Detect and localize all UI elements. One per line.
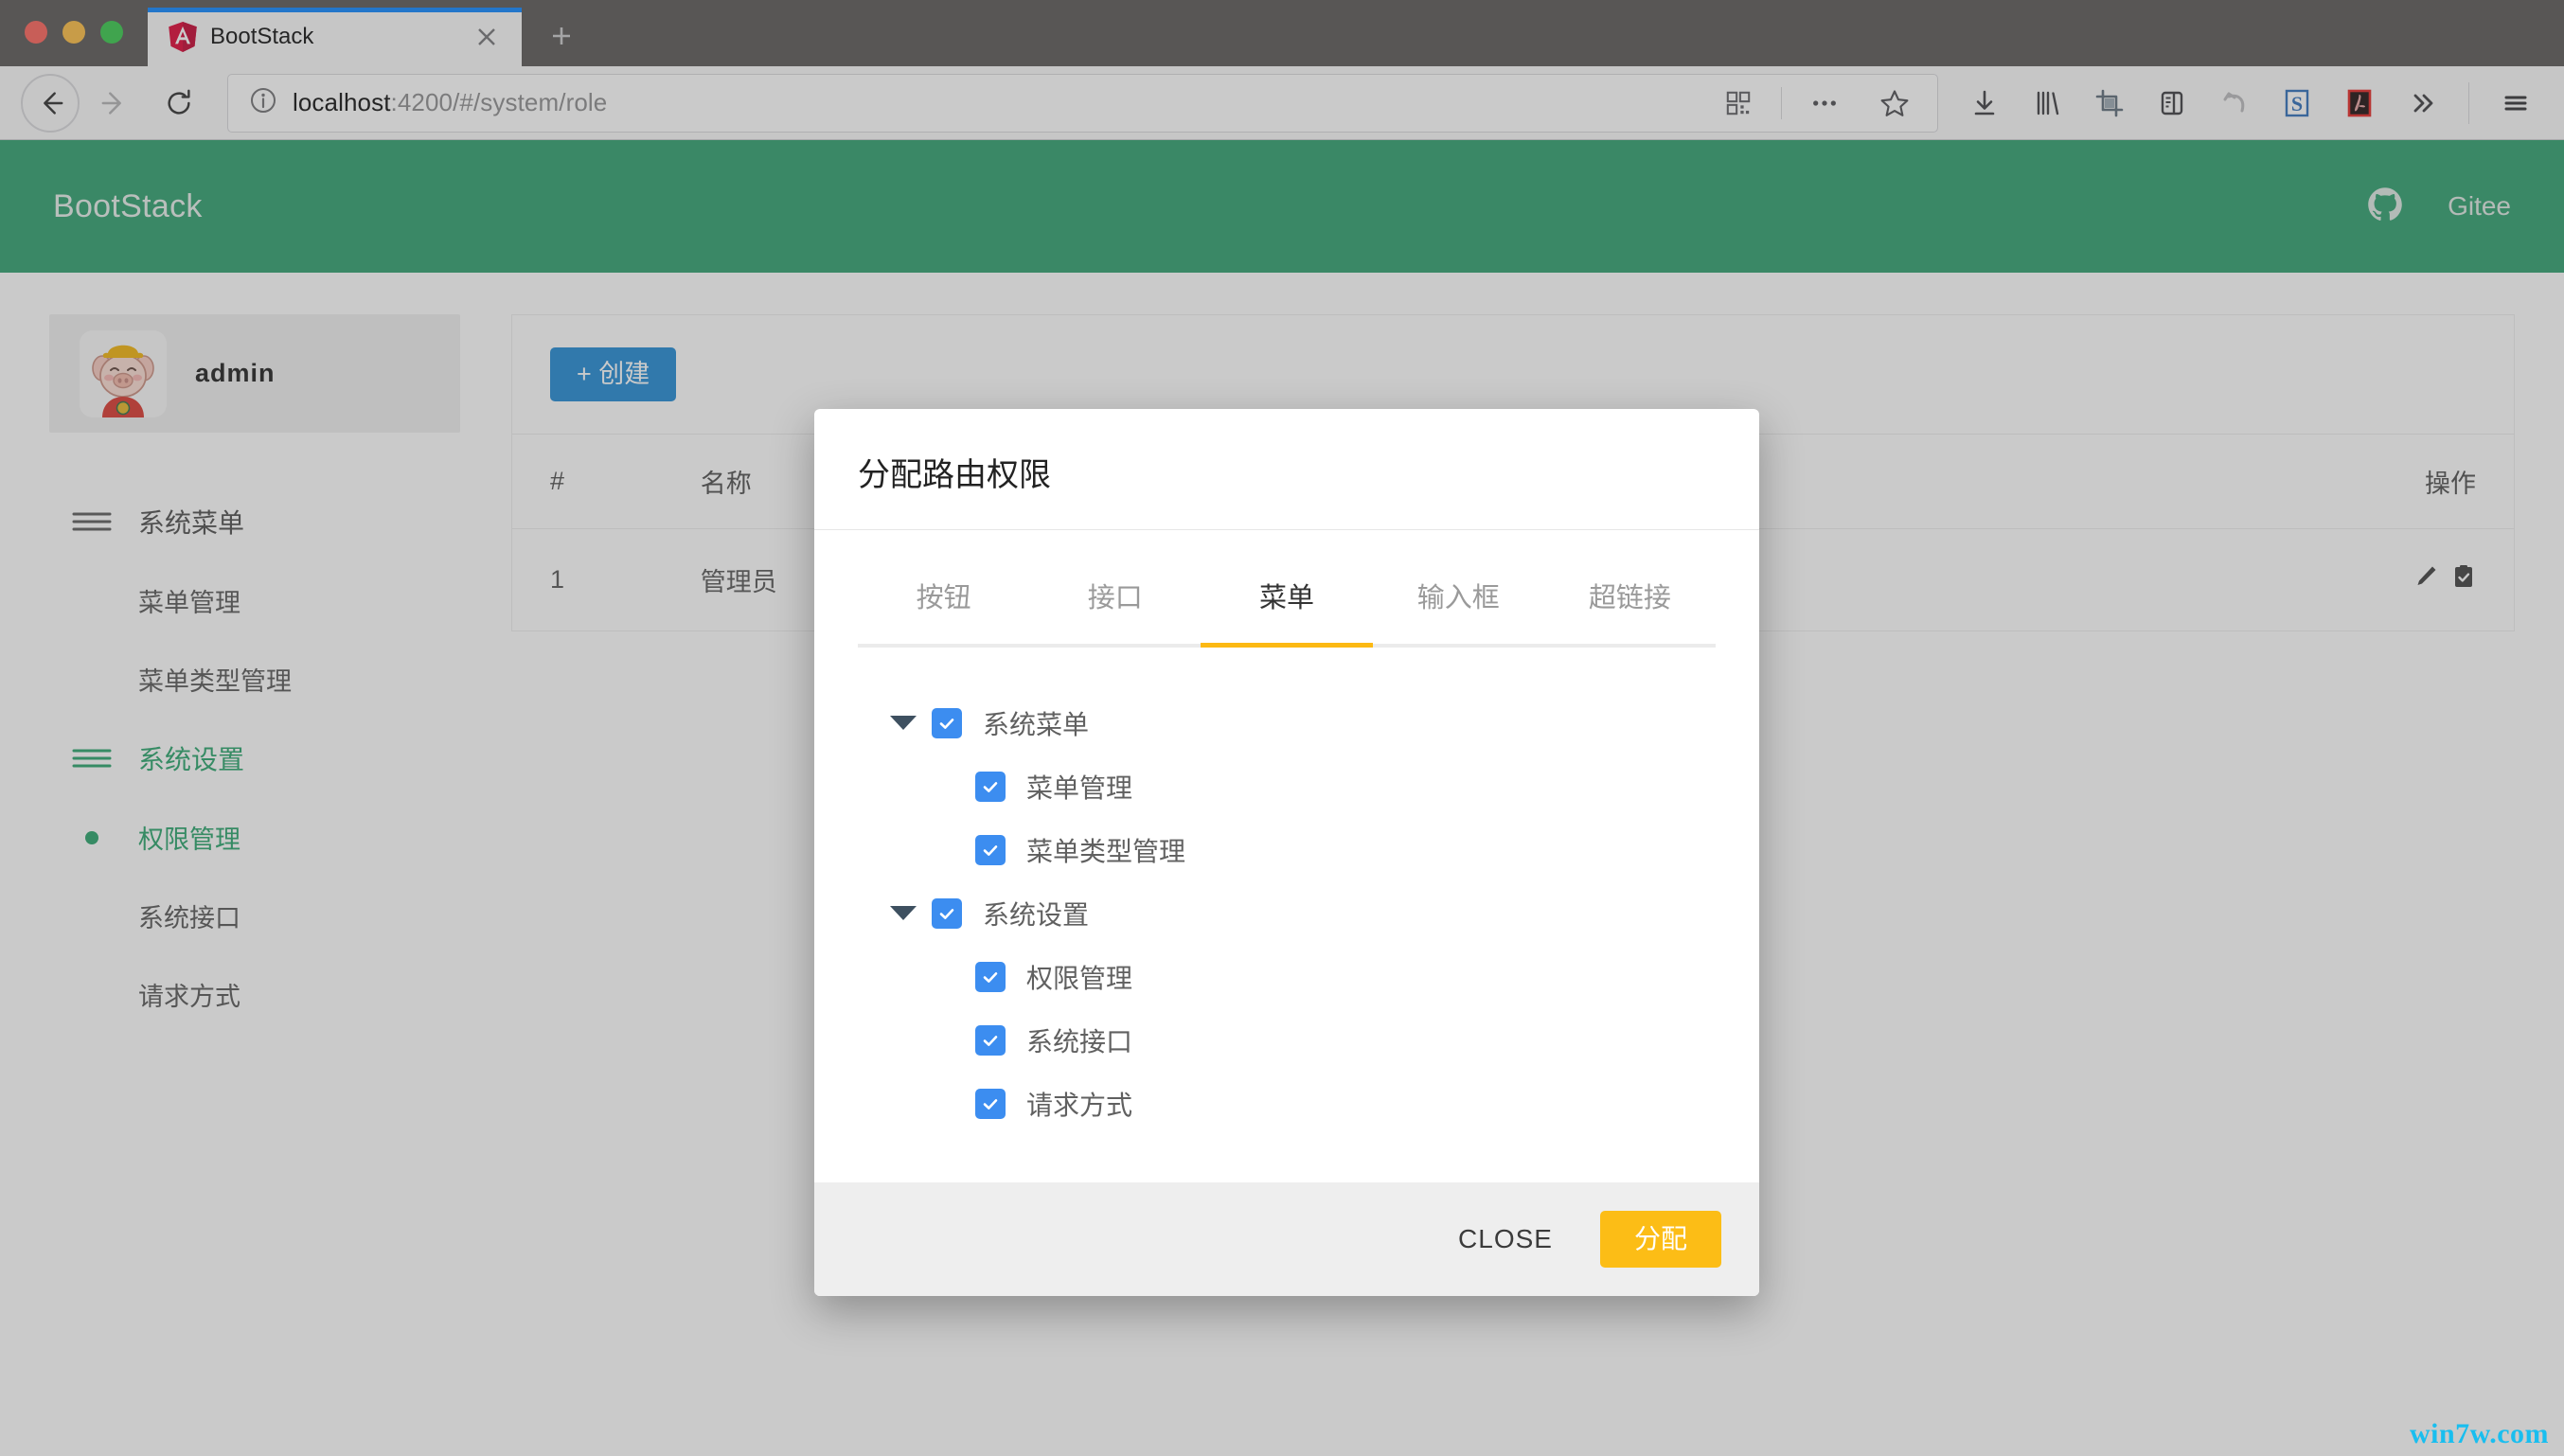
tree-row[interactable]: 权限管理	[890, 945, 1716, 1008]
permission-tree: 系统菜单 菜单管理 菜单类型管理 系统设置 权限管理 系统接口 请求方式	[858, 648, 1716, 1141]
tab-active-underline	[1201, 643, 1373, 648]
tree-row[interactable]: 系统设置	[890, 881, 1716, 945]
dialog-footer: CLOSE 分配	[814, 1182, 1759, 1296]
tab-menus[interactable]: 菜单	[1201, 568, 1372, 644]
tab-rail	[858, 643, 1716, 648]
checkbox-checked[interactable]	[975, 961, 1006, 992]
checkbox-checked[interactable]	[975, 1024, 1006, 1056]
caret-slot[interactable]	[890, 906, 932, 920]
close-button[interactable]: CLOSE	[1437, 1211, 1574, 1268]
tree-label: 系统设置	[983, 899, 1090, 930]
assign-route-permission-dialog: 分配路由权限 按钮 接口 菜单 输入框 超链接 系统菜单 菜单管理 菜单类型管理…	[814, 409, 1759, 1296]
tree-label: 权限管理	[1026, 963, 1133, 993]
checkbox-checked[interactable]	[975, 834, 1006, 865]
dialog-header: 分配路由权限	[814, 409, 1759, 530]
checkbox-checked[interactable]	[975, 771, 1006, 802]
assign-button[interactable]: 分配	[1599, 1211, 1721, 1268]
tab-hyperlinks[interactable]: 超链接	[1544, 568, 1716, 644]
checkbox-checked[interactable]	[932, 897, 962, 929]
tree-row[interactable]: 系统菜单	[890, 691, 1716, 755]
tree-row[interactable]: 系统接口	[890, 1008, 1716, 1072]
dialog-body: 按钮 接口 菜单 输入框 超链接 系统菜单 菜单管理 菜单类型管理 系统设置 权…	[814, 530, 1759, 1182]
tree-label: 系统接口	[1026, 1026, 1133, 1056]
dialog-title: 分配路由权限	[858, 457, 1051, 493]
caret-slot[interactable]	[890, 716, 932, 730]
tree-row[interactable]: 请求方式	[890, 1072, 1716, 1135]
chevron-down-icon[interactable]	[890, 906, 917, 920]
watermark: win7w.com	[2410, 1418, 2549, 1449]
tree-label: 菜单类型管理	[1026, 836, 1186, 866]
tree-row[interactable]: 菜单类型管理	[890, 818, 1716, 881]
permission-tabs: 按钮 接口 菜单 输入框 超链接	[858, 568, 1716, 644]
tree-label: 菜单管理	[1026, 772, 1133, 803]
browser-window: BootStack localhost:4200/#/system/role S…	[0, 0, 2564, 1456]
checkbox-checked[interactable]	[932, 707, 962, 738]
tree-label: 请求方式	[1026, 1090, 1133, 1120]
tab-interfaces[interactable]: 接口	[1029, 568, 1201, 644]
tree-row[interactable]: 菜单管理	[890, 755, 1716, 818]
checkbox-checked[interactable]	[975, 1088, 1006, 1119]
tab-buttons[interactable]: 按钮	[858, 568, 1029, 644]
chevron-down-icon[interactable]	[890, 716, 917, 730]
tree-label: 系统菜单	[983, 709, 1090, 739]
tab-inputs[interactable]: 输入框	[1373, 568, 1544, 644]
